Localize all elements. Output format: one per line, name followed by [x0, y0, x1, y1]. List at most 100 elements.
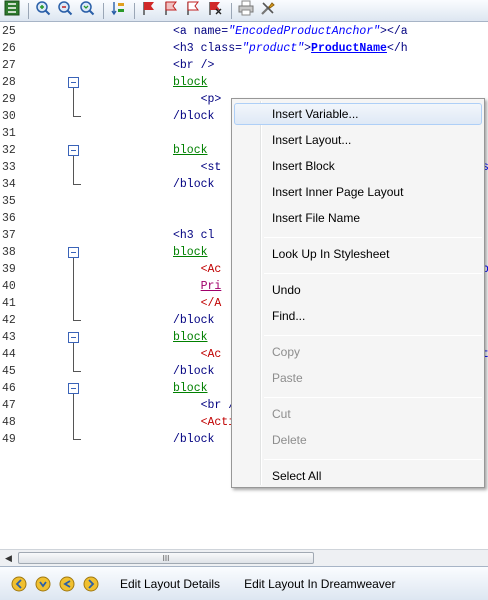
line-number: 46: [2, 382, 16, 395]
code-text[interactable]: /block: [173, 312, 214, 329]
code-token: /block: [173, 314, 215, 327]
menu-item-insert-file-name[interactable]: Insert File Name: [234, 207, 482, 229]
edit-layout-in-dreamweaver-button[interactable]: Edit Layout In Dreamweaver: [244, 577, 395, 591]
code-token: <st: [173, 161, 222, 174]
code-text[interactable]: block: [173, 329, 208, 346]
bottom-toolbar: Edit Layout Details Edit Layout In Dream…: [0, 566, 488, 600]
code-text[interactable]: <Ac: [173, 346, 222, 363]
line-number: 45: [2, 365, 16, 378]
fold-collapse-icon[interactable]: [68, 77, 79, 88]
menu-separator: [264, 397, 482, 398]
fold-collapse-icon[interactable]: [68, 247, 79, 258]
code-token: block: [173, 144, 208, 157]
code-token: block: [173, 76, 208, 89]
tb-find-refresh-button[interactable]: [78, 0, 96, 21]
tb-flag-clear-button[interactable]: [206, 2, 224, 20]
nav-back-icon[interactable]: [58, 575, 76, 593]
tb-find-remove-button[interactable]: [56, 1, 74, 20]
scrollbar-thumb[interactable]: III: [18, 552, 314, 564]
code-token: <Ac: [173, 348, 222, 361]
menu-item-insert-inner-page-layout[interactable]: Insert Inner Page Layout: [234, 181, 482, 203]
fold-collapse-icon[interactable]: [68, 145, 79, 156]
context-menu: Insert Variable... Insert Layout... Insert…: [231, 98, 485, 488]
tb-find-add-button[interactable]: [34, 1, 52, 20]
line-number: 41: [2, 297, 16, 310]
menu-item-undo[interactable]: Undo: [234, 279, 482, 301]
code-text[interactable]: block: [173, 244, 208, 261]
fold-collapse-icon[interactable]: [68, 332, 79, 343]
code-token: </A: [173, 297, 222, 310]
code-token: <a name=: [173, 25, 229, 38]
line-number: 34: [2, 178, 16, 191]
flag-outline-icon: [163, 0, 179, 21]
code-token: Pri: [200, 280, 222, 293]
code-text[interactable]: <h3 class="product">ProductName</h: [173, 40, 408, 57]
code-token: ></a: [380, 25, 408, 38]
code-text[interactable]: <Ac: [173, 261, 222, 278]
menu-item-insert-block[interactable]: Insert Block: [234, 155, 482, 177]
code-token: <h3 class=: [173, 42, 243, 55]
line-number: 44: [2, 348, 16, 361]
menu-item-find[interactable]: Find...: [234, 305, 482, 327]
search-refresh-icon: [79, 0, 95, 21]
code-token: <Ac: [173, 263, 222, 276]
line-number: 43: [2, 331, 16, 344]
line-number: 48: [2, 416, 16, 429]
nav-first-icon[interactable]: [10, 575, 28, 593]
tb-tools-button[interactable]: [259, 2, 277, 20]
edit-layout-details-button[interactable]: Edit Layout Details: [120, 577, 220, 591]
line-number: 33: [2, 161, 16, 174]
toolbar-separator: [28, 2, 29, 19]
code-text[interactable]: Pri: [173, 278, 222, 295]
fold-end-marker: [73, 439, 81, 440]
tb-flag-3-button[interactable]: [184, 0, 202, 21]
tb-flag-1-button[interactable]: [140, 2, 158, 20]
tb-layout-tree-button[interactable]: [3, 0, 21, 20]
tb-flag-2-button[interactable]: [162, 0, 180, 21]
fold-collapse-icon[interactable]: [68, 383, 79, 394]
code-token: ProductName: [311, 42, 387, 55]
menu-item-cut: Cut: [272, 407, 291, 421]
menu-item-insert-layout[interactable]: Insert Layout...: [234, 129, 482, 151]
line-number: 39: [2, 263, 16, 276]
horizontal-scrollbar[interactable]: ◀ III: [0, 549, 488, 566]
code-token: /block: [173, 110, 215, 123]
code-text[interactable]: block: [173, 142, 208, 159]
code-text[interactable]: /block: [173, 176, 214, 193]
code-text[interactable]: </A: [173, 295, 222, 312]
nav-next-icon[interactable]: [82, 575, 100, 593]
scroll-left-arrow-icon[interactable]: ◀: [0, 550, 17, 566]
menu-separator: [264, 237, 482, 238]
code-token: </h: [386, 42, 408, 55]
code-text[interactable]: /block: [173, 108, 214, 125]
code-token: block: [173, 246, 208, 259]
code-text[interactable]: <st: [173, 159, 222, 176]
nav-prev-icon[interactable]: [34, 575, 52, 593]
flag-outline-2-icon: [185, 0, 201, 21]
sort-icon: [110, 0, 126, 21]
code-text[interactable]: <h3 cl: [173, 227, 214, 244]
code-text[interactable]: block: [173, 74, 208, 91]
menu-item-look-up-in-stylesheet[interactable]: Look Up In Stylesheet: [234, 243, 482, 265]
line-number: 27: [2, 59, 16, 72]
flag-clear-icon: [207, 0, 223, 21]
line-number: 31: [2, 127, 16, 140]
menu-item-delete: Delete: [272, 433, 307, 447]
menu-separator: [264, 459, 482, 460]
line-number: 37: [2, 229, 16, 242]
code-text[interactable]: <p>: [173, 91, 222, 108]
code-text[interactable]: /block: [173, 431, 214, 448]
menu-item-insert-variable[interactable]: Insert Variable...: [234, 103, 482, 125]
tb-sort-button[interactable]: [109, 2, 127, 20]
menu-item-select-all[interactable]: Select All: [234, 465, 482, 487]
code-token: /block: [173, 178, 215, 191]
code-text[interactable]: <br />: [173, 57, 214, 74]
menu-separator: [264, 273, 482, 274]
scrollbar-grip: III: [162, 553, 170, 563]
code-text[interactable]: block: [173, 380, 208, 397]
code-token: "EncodedProductAnchor": [228, 25, 381, 38]
code-text[interactable]: <a name="EncodedProductAnchor"></a: [173, 23, 408, 40]
code-text[interactable]: /block: [173, 363, 214, 380]
tb-print-button[interactable]: [237, 0, 255, 20]
